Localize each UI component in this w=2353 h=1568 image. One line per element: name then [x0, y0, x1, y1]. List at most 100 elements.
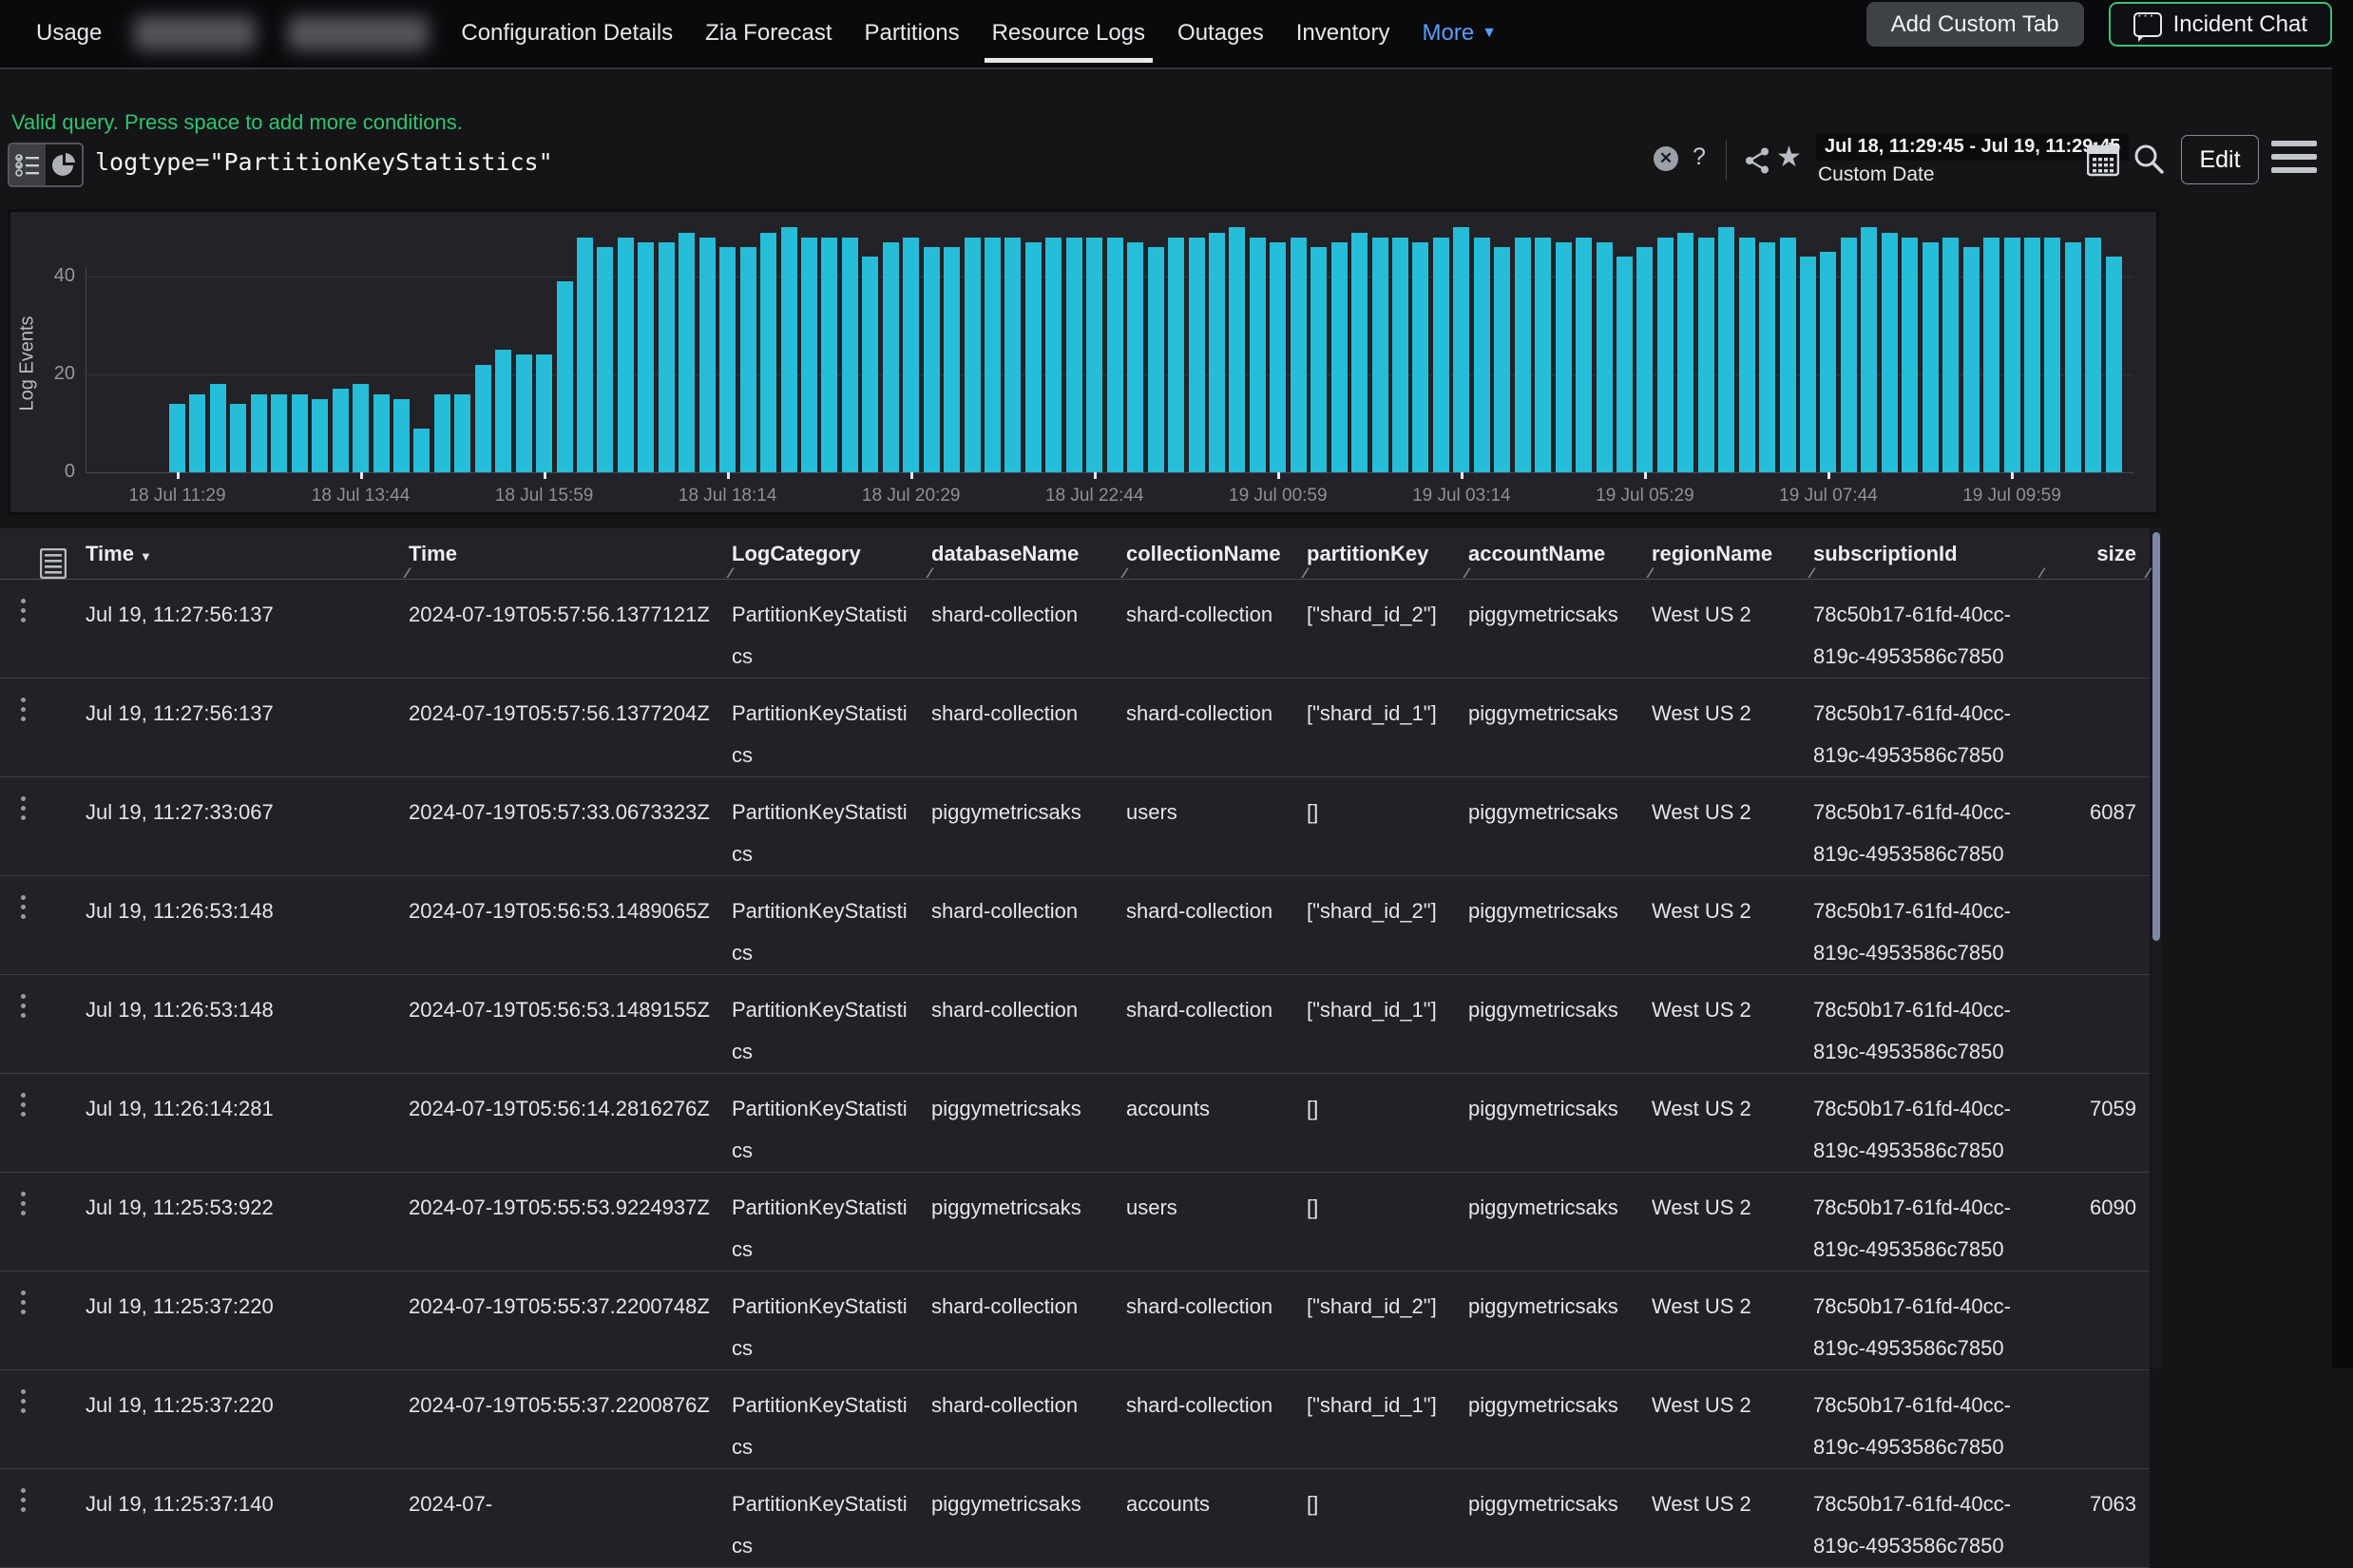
incident-chat-button[interactable]: Incident Chat — [2109, 2, 2332, 47]
hamburger-menu-icon[interactable] — [2271, 141, 2317, 179]
chart-bar[interactable] — [1148, 247, 1164, 472]
chart-bar[interactable] — [679, 233, 695, 472]
chart-bar[interactable] — [271, 394, 287, 472]
column-header-regionName[interactable]: regionName∕∕ — [1652, 542, 1813, 566]
chart-bar[interactable] — [1004, 238, 1021, 472]
chart-bar[interactable] — [862, 257, 878, 472]
chart-bar[interactable] — [1841, 238, 1857, 472]
row-actions-kebab-icon[interactable] — [21, 895, 40, 974]
chart-bar[interactable] — [2004, 238, 2020, 472]
table-scrollbar-track[interactable] — [2152, 528, 2161, 1368]
chart-bar[interactable] — [189, 394, 205, 472]
chart-bar[interactable] — [1616, 257, 1633, 472]
chart-bar[interactable] — [1168, 238, 1184, 472]
chart-bar[interactable] — [312, 399, 328, 472]
chart-bar[interactable] — [1250, 238, 1266, 472]
date-range-picker[interactable]: Jul 18, 11:29:45 - Jul 19, 11:29:45 Cust… — [1816, 133, 2129, 186]
column-header-partitionKey[interactable]: partitionKey∕∕ — [1307, 542, 1468, 566]
clear-query-icon[interactable]: ✕ — [1654, 146, 1678, 171]
nav-tab-outages[interactable]: Outages — [1177, 0, 1264, 66]
help-icon[interactable]: ? — [1693, 143, 1706, 171]
nav-tab-resource-logs[interactable]: Resource Logs — [992, 0, 1145, 66]
row-actions-kebab-icon[interactable] — [21, 1093, 40, 1172]
column-header-subscriptionId[interactable]: subscriptionId∕∕ — [1813, 542, 2043, 566]
chart-bar[interactable] — [1576, 238, 1592, 472]
chart-bar[interactable] — [842, 238, 858, 472]
column-header-collectionName[interactable]: collectionName∕∕ — [1126, 542, 1307, 566]
chart-bar[interactable] — [1412, 242, 1428, 472]
chart-bar[interactable] — [210, 384, 226, 472]
chart-bar[interactable] — [1820, 252, 1836, 472]
chart-bar[interactable] — [2106, 257, 2122, 472]
column-resize-handle[interactable]: ∕∕ — [1304, 565, 1305, 582]
chart-bar[interactable] — [1882, 233, 1898, 472]
chart-bar[interactable] — [1025, 242, 1042, 472]
chart-bar[interactable] — [1494, 247, 1510, 472]
chart-bar[interactable] — [2044, 238, 2060, 472]
chart-bar[interactable] — [1556, 242, 1572, 472]
chart-bar[interactable] — [1189, 238, 1205, 472]
column-resize-handle[interactable]: ∕∕ — [729, 565, 730, 582]
column-resize-handle[interactable]: ∕∕ — [1123, 565, 1124, 582]
chart-bar[interactable] — [1107, 238, 1123, 472]
chart-bar[interactable] — [1392, 238, 1408, 472]
chart-bar[interactable] — [373, 394, 390, 472]
chart-bar[interactable] — [393, 399, 410, 472]
row-actions-kebab-icon[interactable] — [21, 994, 40, 1073]
share-icon[interactable] — [1745, 147, 1770, 174]
table-columns-icon[interactable] — [40, 548, 67, 579]
column-header-size[interactable]: size∕∕ — [2043, 542, 2150, 566]
chart-bar[interactable] — [495, 350, 511, 472]
chart-bar[interactable] — [1372, 238, 1388, 472]
chart-bar[interactable] — [230, 404, 246, 472]
chart-bar[interactable] — [1045, 238, 1062, 472]
chart-bar[interactable] — [1861, 227, 1877, 472]
chart-bar[interactable] — [2085, 238, 2101, 472]
chart-bar[interactable] — [740, 247, 756, 472]
chart-bar[interactable] — [292, 394, 308, 472]
chart-bar[interactable] — [1310, 247, 1327, 472]
add-custom-tab-button[interactable]: Add Custom Tab — [1866, 2, 2084, 47]
chart-bar[interactable] — [251, 394, 267, 472]
list-view-toggle[interactable] — [10, 144, 46, 185]
chart-bar[interactable] — [985, 238, 1001, 472]
column-resize-handle[interactable]: ∕∕ — [406, 565, 407, 582]
chart-bar[interactable] — [1209, 233, 1225, 472]
chart-bar[interactable] — [577, 238, 593, 472]
chart-bar[interactable] — [1983, 238, 1999, 472]
column-header-databaseName[interactable]: databaseName∕∕ — [931, 542, 1126, 566]
chart-bar[interactable] — [353, 384, 369, 472]
edit-button[interactable]: Edit — [2181, 135, 2259, 184]
row-actions-kebab-icon[interactable] — [21, 1192, 40, 1271]
chart-bar[interactable] — [2024, 238, 2040, 472]
chart-bar[interactable] — [1759, 242, 1775, 472]
chart-bar[interactable] — [1780, 238, 1796, 472]
chart-bar[interactable] — [1433, 238, 1449, 472]
chart-bar[interactable] — [924, 247, 940, 472]
chart-bar[interactable] — [169, 404, 185, 472]
column-header-accountName[interactable]: accountName∕∕ — [1468, 542, 1652, 566]
chart-bar[interactable] — [1229, 227, 1245, 472]
nav-tab-more[interactable]: More▼ — [1422, 0, 1497, 66]
nav-tab-zia-forecast[interactable]: Zia Forecast — [705, 0, 832, 66]
chart-bar[interactable] — [965, 238, 981, 472]
column-resize-handle[interactable]: ∕∕ — [2147, 565, 2148, 582]
chart-bar[interactable] — [699, 238, 716, 472]
chart-bar[interactable] — [1800, 257, 1816, 472]
query-input[interactable]: logtype="PartitionKeyStatistics" — [95, 148, 553, 176]
chart-bar[interactable] — [1474, 238, 1490, 472]
pie-view-toggle[interactable] — [46, 144, 82, 185]
row-actions-kebab-icon[interactable] — [21, 1291, 40, 1369]
chart-bar[interactable] — [2065, 242, 2081, 472]
chart-bar[interactable] — [1657, 238, 1674, 472]
column-resize-handle[interactable]: ∕∕ — [1649, 565, 1650, 582]
chart-bar[interactable] — [1066, 238, 1082, 472]
search-icon[interactable] — [2133, 143, 2165, 175]
chart-bar[interactable] — [1739, 238, 1755, 472]
chart-bar[interactable] — [1331, 242, 1348, 472]
chart-bar[interactable] — [760, 233, 776, 472]
chart-bar[interactable] — [434, 394, 450, 472]
chart-bar[interactable] — [1718, 227, 1734, 472]
chart-bar[interactable] — [1453, 227, 1469, 472]
chart-bar[interactable] — [475, 365, 491, 472]
